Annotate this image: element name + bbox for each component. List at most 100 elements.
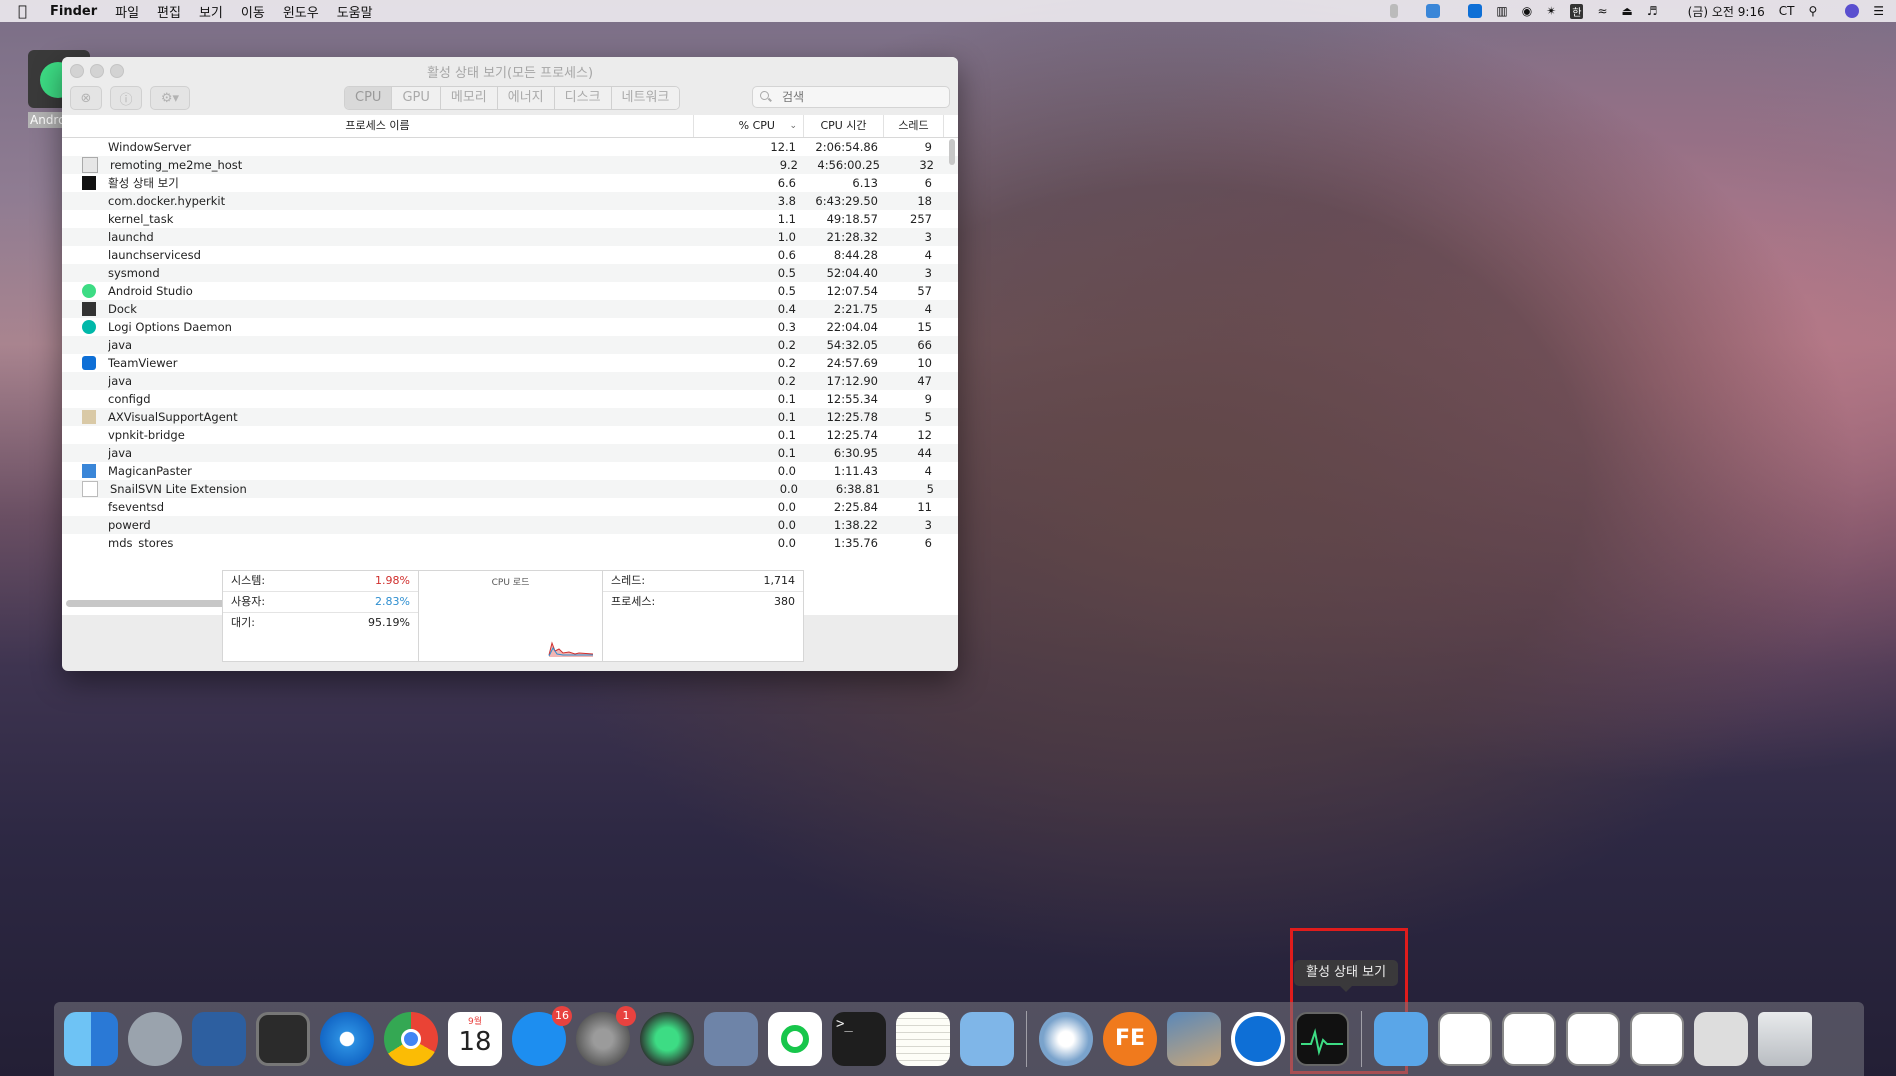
table-row[interactable]: powerd 0.0 1:38.22 3 — [62, 516, 958, 534]
table-row[interactable]: kernel_task 1.1 49:18.57 257 — [62, 210, 958, 228]
trash-icon[interactable] — [1758, 1012, 1812, 1066]
menu-file[interactable]: 파일 — [115, 2, 139, 21]
column-header-name[interactable]: 프로세스 이름 — [62, 115, 694, 137]
menu-view[interactable]: 보기 — [199, 2, 223, 21]
table-row[interactable]: AXVisualSupportAgent 0.1 12:25.78 5 — [62, 408, 958, 426]
blank-doc-icon — [82, 481, 98, 497]
search-input[interactable] — [780, 89, 934, 105]
table-row[interactable]: 활성 상태 보기 6.6 6.13 6 — [62, 174, 958, 192]
clock[interactable]: (금) 오전 9:16 — [1688, 3, 1765, 20]
window-thumbnail-2[interactable] — [1502, 1012, 1556, 1066]
docker-status-icon[interactable]: ▥ — [1496, 4, 1507, 18]
table-row[interactable]: java 0.2 54:32.05 66 — [62, 336, 958, 354]
process-threads: 5 — [926, 482, 934, 496]
safari-icon[interactable] — [320, 1012, 374, 1066]
virtualbox-icon[interactable] — [704, 1012, 758, 1066]
android-studio-dock-icon[interactable] — [640, 1012, 694, 1066]
preview-app-icon[interactable] — [960, 1012, 1014, 1066]
eject-icon[interactable]: ⏏ — [1622, 4, 1633, 18]
green-ring-app-icon[interactable] — [768, 1012, 822, 1066]
table-row[interactable]: mds_stores 0.0 1:35.76 6 — [62, 534, 958, 548]
input-source-icon[interactable]: 한 — [1570, 3, 1584, 19]
table-row[interactable]: java 0.2 17:12.90 47 — [62, 372, 958, 390]
folder-icon[interactable] — [1374, 1012, 1428, 1066]
table-row[interactable]: configd 0.1 12:55.34 9 — [62, 390, 958, 408]
table-row[interactable]: java 0.1 6:30.95 44 — [62, 444, 958, 462]
fe-app-icon[interactable]: FE — [1103, 1012, 1157, 1066]
process-name: Dock — [108, 302, 137, 316]
launchpad-icon[interactable] — [128, 1012, 182, 1066]
table-row[interactable]: sysmond 0.5 52:04.40 3 — [62, 264, 958, 282]
app-store-icon[interactable]: 16 — [512, 1006, 572, 1066]
activity-monitor-icon — [82, 176, 96, 190]
window-titlebar[interactable]: 활성 상태 보기(모든 프로세스) — [62, 57, 958, 83]
stop-process-button[interactable]: ⊗ — [70, 86, 102, 110]
volume-icon[interactable]: ♬ — [1647, 4, 1658, 18]
chrome-icon[interactable] — [384, 1012, 438, 1066]
table-row[interactable]: TeamViewer 0.2 24:57.69 10 — [62, 354, 958, 372]
table-row[interactable]: fseventsd 0.0 2:25.84 11 — [62, 498, 958, 516]
table-row[interactable]: Dock 0.4 2:21.75 4 — [62, 300, 958, 318]
app-blue-window-icon[interactable] — [192, 1012, 246, 1066]
menu-app-finder[interactable]: Finder — [50, 4, 97, 19]
window-thumbnail-1[interactable] — [1438, 1012, 1492, 1066]
column-header-threads[interactable]: 스레드 — [884, 115, 944, 137]
activity-monitor-dock-icon[interactable] — [1295, 1012, 1349, 1066]
table-row[interactable]: vpnkit-bridge 0.1 12:25.74 12 — [62, 426, 958, 444]
tab-energy[interactable]: 에너지 — [497, 87, 555, 109]
snail-svn-icon[interactable] — [1039, 1012, 1093, 1066]
process-threads: 6 — [924, 176, 932, 190]
finder-icon[interactable] — [64, 1012, 118, 1066]
inspect-process-button[interactable]: ⓘ — [110, 86, 142, 110]
column-header-cpu-time[interactable]: CPU 시간 — [804, 115, 884, 137]
menu-help[interactable]: 도움말 — [337, 2, 373, 21]
column-header-cpu[interactable]: % CPU ⌄ — [694, 115, 804, 137]
image-viewer-icon[interactable] — [1167, 1012, 1221, 1066]
bluetooth-icon[interactable]: ✴ — [1546, 4, 1556, 18]
spotlight-icon[interactable]: ⚲ — [1808, 4, 1817, 18]
table-row[interactable]: MagicanPaster 0.0 1:11.43 4 — [62, 462, 958, 480]
tab-network[interactable]: 네트워크 — [611, 87, 680, 109]
dock-icon — [82, 302, 96, 316]
table-row[interactable]: SnailSVN Lite Extension 0.0 6:38.81 5 — [62, 480, 958, 498]
siri-icon[interactable] — [1831, 4, 1860, 19]
system-preferences-icon[interactable]: 1 — [576, 1006, 636, 1066]
table-row[interactable]: launchservicesd 0.6 8:44.28 4 — [62, 246, 958, 264]
menu-window[interactable]: 윈도우 — [283, 2, 319, 21]
status-blue-doc-icon[interactable] — [1412, 4, 1441, 19]
menu-go[interactable]: 이동 — [241, 2, 265, 21]
screen-tool-icon[interactable] — [256, 1012, 310, 1066]
teamviewer-status-icon[interactable] — [1454, 4, 1483, 19]
stat-idle-value: 95.19% — [368, 616, 410, 629]
window-thumbnail-4[interactable] — [1630, 1012, 1684, 1066]
teamviewer-dock-icon[interactable] — [1231, 1012, 1285, 1066]
table-row[interactable]: remoting_me2me_host 9.2 4:56:00.25 32 — [62, 156, 958, 174]
action-menu-button[interactable]: ⚙▾ — [150, 86, 190, 110]
table-row[interactable]: Android Studio 0.5 12:07.54 57 — [62, 282, 958, 300]
process-cpu-time: 1:35.76 — [833, 536, 878, 548]
textedit-icon[interactable] — [896, 1012, 950, 1066]
status-gray-icon[interactable] — [1376, 4, 1399, 19]
table-row[interactable]: launchd 1.0 21:28.32 3 — [62, 228, 958, 246]
tab-cpu[interactable]: CPU — [345, 87, 393, 109]
tab-memory[interactable]: 메모리 — [440, 87, 498, 109]
tab-disk[interactable]: 디스크 — [554, 87, 612, 109]
vertical-scrollbar[interactable] — [948, 137, 956, 547]
user-menu[interactable]: CT — [1779, 4, 1795, 18]
apple-menu-icon[interactable]:  — [18, 2, 36, 20]
process-threads: 257 — [910, 212, 932, 226]
window-thumbnail-3[interactable] — [1566, 1012, 1620, 1066]
no-icon — [82, 428, 96, 442]
binoculars-icon[interactable]: ◉ — [1522, 4, 1532, 18]
notification-center-icon[interactable]: ☰ — [1873, 4, 1884, 18]
terminal-icon[interactable]: >_ — [832, 1012, 886, 1066]
table-row[interactable]: WindowServer 12.1 2:06:54.86 9 — [62, 138, 958, 156]
wifi-icon[interactable]: ≈ — [1597, 4, 1607, 18]
search-field[interactable] — [752, 86, 950, 108]
window-thumbnail-5[interactable] — [1694, 1012, 1748, 1066]
table-row[interactable]: com.docker.hyperkit 3.8 6:43:29.50 18 — [62, 192, 958, 210]
calendar-icon[interactable]: 9월 18 — [448, 1012, 502, 1066]
table-row[interactable]: Logi Options Daemon 0.3 22:04.04 15 — [62, 318, 958, 336]
menu-edit[interactable]: 편집 — [157, 2, 181, 21]
tab-gpu[interactable]: GPU — [392, 87, 441, 109]
